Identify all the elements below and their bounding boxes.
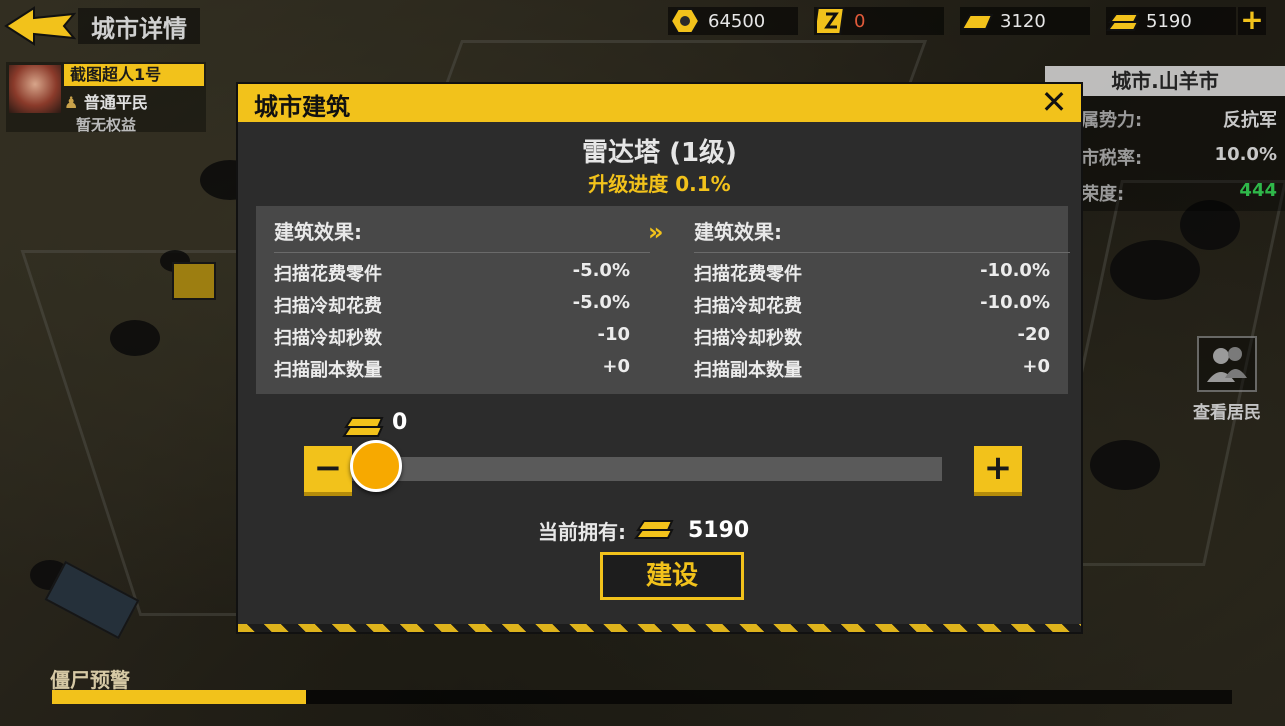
decrease-button[interactable]: − <box>304 446 352 496</box>
city-info-panel: 城市.山羊市 属势力: 反抗军 市税率: 10.0% 荣度: 444 <box>1045 66 1285 211</box>
effect-name: 扫描花费零件 <box>694 264 802 285</box>
build-button[interactable]: 建设 <box>600 552 744 600</box>
effect-name: 扫描冷却花费 <box>274 296 382 317</box>
building-name: 雷达塔 (1级) <box>582 138 737 168</box>
resource-value: 5190 <box>1146 10 1192 32</box>
city-info-key: 荣度: <box>1081 184 1125 205</box>
city-info-key: 属势力: <box>1081 110 1143 131</box>
hazard-stripe <box>238 624 1081 632</box>
effect-name: 扫描副本数量 <box>274 360 382 381</box>
increase-button[interactable]: + <box>974 446 1022 496</box>
gold-bars-icon <box>634 514 674 546</box>
page-title: 城市详情 <box>78 8 200 44</box>
effect-name: 扫描花费零件 <box>274 264 382 285</box>
effects-header: 建筑效果: <box>274 220 362 244</box>
close-icon[interactable]: ✕ <box>1037 86 1071 120</box>
resource-value: 3120 <box>1000 10 1046 32</box>
effect-row: 扫描冷却秒数 -10 <box>274 324 630 354</box>
resource-gold-bars[interactable]: 5190 <box>1106 7 1236 35</box>
effect-value: -5.0% <box>572 292 630 313</box>
city-info-key: 市税率: <box>1081 148 1143 169</box>
zombie-warning-label: 僵尸预警 <box>50 668 130 692</box>
gold-bars-icon <box>342 410 384 440</box>
upgrade-progress-value: 0.1% <box>675 172 731 196</box>
effect-value: -20 <box>1017 324 1050 345</box>
divider <box>274 252 650 253</box>
effect-row: 扫描冷却秒数 -20 <box>694 324 1050 354</box>
effects-header: 建筑效果: <box>694 220 782 244</box>
player-name: 截图超人1号 <box>64 64 204 86</box>
person-icon: ♟ <box>64 93 79 112</box>
effect-name: 扫描冷却秒数 <box>274 328 382 349</box>
current-owned-value: 5190 <box>688 517 750 543</box>
player-rank-label: 普通平民 <box>83 93 148 112</box>
back-button[interactable] <box>4 6 77 46</box>
gold-ingot-icon <box>960 7 994 35</box>
city-name: 城市.山羊市 <box>1045 66 1285 96</box>
effect-name: 扫描冷却秒数 <box>694 328 802 349</box>
investment-amount: 0 <box>392 410 408 435</box>
current-owned-label: 当前拥有: <box>538 519 626 544</box>
avatar <box>9 65 61 113</box>
city-info-value: 反抗军 <box>1223 110 1277 131</box>
nut-icon <box>668 7 702 35</box>
back-arrow-icon <box>4 6 77 46</box>
effect-row: 扫描副本数量 +0 <box>694 356 1050 386</box>
city-info-value: 444 <box>1239 180 1277 201</box>
next-effects: 建筑效果: 扫描花费零件 -10.0% 扫描冷却花费 -10.0% 扫描冷却秒数 -2… <box>694 206 1070 394</box>
resource-value: 0 <box>854 10 866 32</box>
gold-bars-icon <box>1106 7 1140 35</box>
add-resource-button[interactable]: + <box>1238 6 1266 35</box>
dialog-title: 城市建筑 <box>254 93 350 121</box>
energy-icon <box>814 7 848 35</box>
current-owned: 当前拥有: 5190 <box>538 512 749 548</box>
investment-slider[interactable] <box>352 457 942 481</box>
effect-row: 扫描花费零件 -5.0% <box>274 260 630 290</box>
upgrade-arrow-icon: » <box>648 218 664 246</box>
resource-energy[interactable]: 0 <box>814 7 944 35</box>
effect-value: +0 <box>602 356 630 377</box>
effects-table: 建筑效果: 扫描花费零件 -5.0% 扫描冷却花费 -5.0% 扫描冷却秒数 -10 … <box>256 206 1070 394</box>
effect-value: -10 <box>597 324 630 345</box>
effect-row: 扫描冷却花费 -5.0% <box>274 292 630 322</box>
player-card[interactable]: 截图超人1号 ♟ 普通平民 暂无权益 <box>6 62 206 134</box>
upgrade-progress: 升级进度 0.1% <box>238 168 1081 197</box>
effect-row: 扫描冷却花费 -10.0% <box>694 292 1050 322</box>
effect-row: 扫描花费零件 -10.0% <box>694 260 1050 290</box>
city-info-value: 10.0% <box>1214 144 1277 165</box>
player-rights: 暂无权益 <box>75 116 136 134</box>
effect-name: 扫描副本数量 <box>694 360 802 381</box>
effect-value: -10.0% <box>980 260 1050 281</box>
effect-value: +0 <box>1022 356 1050 377</box>
current-effects: 建筑效果: 扫描花费零件 -5.0% 扫描冷却花费 -5.0% 扫描冷却秒数 -10 … <box>274 206 650 394</box>
residents-icon <box>1197 336 1257 392</box>
view-residents-label: 查看居民 <box>1193 403 1261 423</box>
effect-value: -5.0% <box>572 260 630 281</box>
effect-value: -10.0% <box>980 292 1050 313</box>
divider <box>694 252 1070 253</box>
resource-ingots[interactable]: 3120 <box>960 7 1090 35</box>
effect-name: 扫描冷却花费 <box>694 296 802 317</box>
slider-handle[interactable] <box>350 440 402 492</box>
city-building-dialog: 城市建筑 ✕ 雷达塔 (1级) 升级进度 0.1% 建筑效果: 扫描花费零件 -5… <box>238 84 1081 632</box>
dialog-header: 城市建筑 ✕ <box>238 84 1081 122</box>
zombie-warning-bar <box>52 690 1232 704</box>
view-residents-button[interactable]: 查看居民 <box>1188 336 1266 426</box>
player-rank: ♟ 普通平民 <box>64 89 148 113</box>
effect-row: 扫描副本数量 +0 <box>274 356 630 386</box>
resource-nuts[interactable]: 64500 <box>668 7 798 35</box>
zombie-warning-fill <box>52 690 306 704</box>
resource-value: 64500 <box>708 10 766 32</box>
upgrade-progress-label: 升级进度 <box>588 172 669 196</box>
